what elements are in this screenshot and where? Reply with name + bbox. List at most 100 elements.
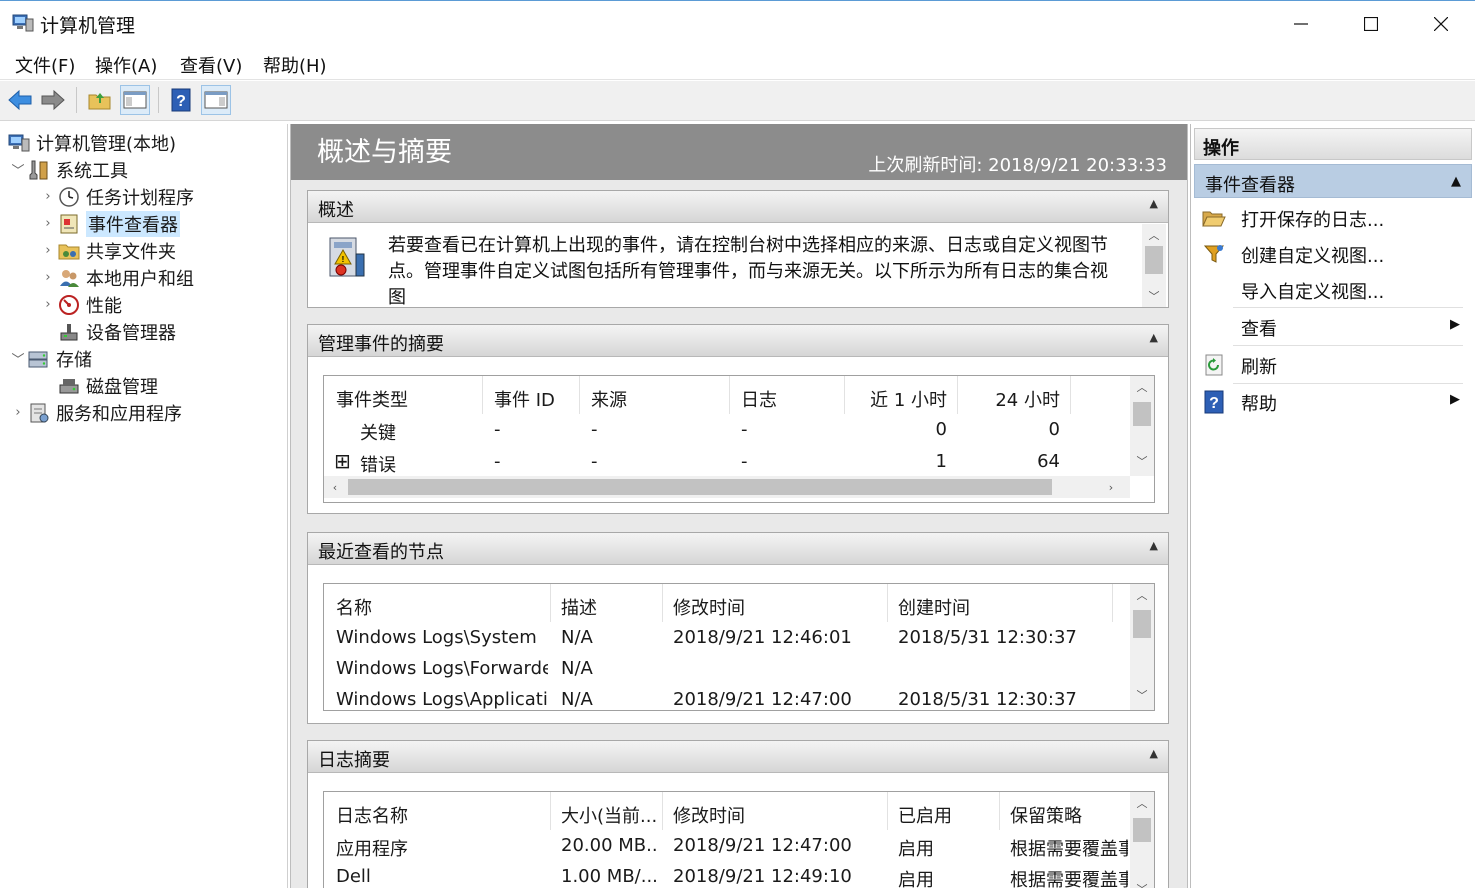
scroll-up-icon[interactable]: ︿ bbox=[1142, 224, 1166, 246]
tree-item-device-manager[interactable]: 设备管理器 bbox=[56, 318, 176, 345]
action-refresh[interactable]: 刷新 bbox=[1194, 347, 1472, 383]
overview-scrollbar[interactable]: ︿ ﹀ bbox=[1142, 224, 1166, 307]
menu-view[interactable]: 查看(V) bbox=[180, 52, 242, 78]
chevron-right-icon[interactable]: › bbox=[40, 216, 56, 231]
tree-item-services-apps[interactable]: › 服务和应用程序 bbox=[10, 399, 182, 426]
tree-item-disk-management[interactable]: 磁盘管理 bbox=[56, 372, 158, 399]
column-header[interactable]: 日志名称 bbox=[336, 802, 408, 828]
chevron-right-icon[interactable]: › bbox=[40, 189, 56, 204]
overview-content: ! 若要查看已在计算机上出现的事件，请在控制台树中选择相应的来源、日志或自定义视… bbox=[308, 224, 1168, 307]
column-header[interactable]: 事件类型 bbox=[336, 386, 408, 412]
column-header[interactable]: 来源 bbox=[591, 386, 627, 412]
scroll-down-icon[interactable]: ﹀ bbox=[1130, 450, 1154, 472]
table-row-policy: 根据需要覆盖事 bbox=[1010, 839, 1128, 860]
menu-help[interactable]: 帮助(H) bbox=[263, 52, 327, 78]
column-header[interactable]: 描述 bbox=[561, 594, 597, 620]
admin-summary-vscroll[interactable]: ︿ ﹀ bbox=[1130, 376, 1154, 476]
tree-item-system-tools[interactable]: ﹀ 系统工具 bbox=[10, 156, 128, 183]
table-row-name[interactable]: Windows Logs\Applicati bbox=[336, 689, 548, 710]
actions-group-event-viewer[interactable]: 事件查看器 ▲ bbox=[1194, 164, 1472, 198]
computer-management-icon bbox=[12, 13, 34, 33]
actions-title: 操作 bbox=[1194, 128, 1472, 160]
column-header[interactable]: 24 小时 bbox=[957, 386, 1060, 412]
table-row-type[interactable]: 错误 bbox=[360, 451, 396, 477]
forward-icon[interactable] bbox=[38, 85, 68, 115]
tree-item-local-users[interactable]: › 本地用户和组 bbox=[40, 264, 194, 291]
column-header[interactable]: 近 1 小时 bbox=[844, 386, 947, 412]
column-header[interactable]: 事件 ID bbox=[494, 386, 555, 412]
table-row-policy: 根据需要覆盖事 bbox=[1010, 870, 1128, 888]
scroll-left-icon[interactable]: ‹ bbox=[324, 476, 346, 498]
table-row-desc: N/A bbox=[561, 658, 593, 679]
tree-item-root[interactable]: 计算机管理(本地) bbox=[6, 129, 176, 156]
tree-item-task-scheduler[interactable]: › 任务计划程序 bbox=[40, 183, 194, 210]
expand-icon[interactable]: ⊞ bbox=[334, 450, 351, 472]
log-summary-header[interactable]: 日志摘要 ▲ bbox=[308, 741, 1168, 773]
column-header[interactable]: 大小(当前... bbox=[561, 802, 659, 828]
chevron-down-icon[interactable]: ﹀ bbox=[10, 349, 26, 368]
table-row-enabled: 启用 bbox=[898, 839, 934, 860]
scroll-up-icon[interactable]: ︿ bbox=[1130, 584, 1154, 606]
action-create-custom-view[interactable]: 创建自定义视图... bbox=[1194, 236, 1472, 272]
collapse-icon[interactable]: ▲ bbox=[1150, 539, 1158, 552]
tree-item-shared-folders[interactable]: › 共享文件夹 bbox=[40, 237, 176, 264]
table-row-type[interactable]: 关键 bbox=[360, 419, 396, 445]
action-help[interactable]: ? 帮助 ▶ bbox=[1194, 384, 1472, 420]
column-header[interactable]: 创建时间 bbox=[898, 594, 970, 620]
chevron-down-icon[interactable]: ﹀ bbox=[10, 160, 26, 179]
chevron-right-icon[interactable]: › bbox=[40, 297, 56, 312]
overview-text-line2: 点。管理事件自定义试图包括所有管理事件，而与来源无关。以下所示为所有日志的集合视 bbox=[388, 261, 1108, 282]
column-header[interactable]: 日志 bbox=[741, 386, 777, 412]
up-folder-icon[interactable] bbox=[85, 85, 115, 115]
table-row-name[interactable]: Windows Logs\Forwarde... bbox=[336, 658, 548, 679]
column-header[interactable]: 修改时间 bbox=[673, 594, 745, 620]
scroll-right-icon[interactable]: › bbox=[1100, 476, 1122, 498]
back-icon[interactable] bbox=[5, 85, 35, 115]
show-hide-action-pane-icon[interactable] bbox=[201, 85, 231, 115]
minimize-button[interactable] bbox=[1266, 1, 1336, 47]
show-hide-tree-icon[interactable] bbox=[120, 85, 150, 115]
scroll-up-icon[interactable]: ︿ bbox=[1130, 792, 1154, 814]
admin-summary-header[interactable]: 管理事件的摘要 ▲ bbox=[308, 325, 1168, 357]
scroll-down-icon[interactable]: ﹀ bbox=[1142, 285, 1166, 307]
chevron-right-icon[interactable]: › bbox=[10, 405, 26, 420]
close-button[interactable] bbox=[1406, 1, 1475, 47]
menu-action[interactable]: 操作(A) bbox=[95, 52, 157, 78]
maximize-button[interactable] bbox=[1336, 1, 1406, 47]
collapse-icon[interactable]: ▲ bbox=[1150, 197, 1158, 210]
device-manager-icon bbox=[56, 320, 82, 344]
menu-file[interactable]: 文件(F) bbox=[15, 52, 75, 78]
overview-section: 概述 ▲ ! 若要查看已在计算机上出现的事件，请在控制台树中选择相应的来源、日志… bbox=[307, 190, 1169, 308]
table-row-modified: 2018/9/21 12:49:10 bbox=[673, 866, 852, 887]
help-icon[interactable]: ? bbox=[166, 85, 196, 115]
collapse-icon[interactable]: ▲ bbox=[1451, 174, 1461, 189]
computer-icon bbox=[6, 131, 32, 155]
chevron-right-icon[interactable]: › bbox=[40, 243, 56, 258]
collapse-icon[interactable]: ▲ bbox=[1150, 747, 1158, 760]
table-row-name[interactable]: Windows Logs\System bbox=[336, 627, 548, 648]
scroll-down-icon[interactable]: ﹀ bbox=[1130, 684, 1154, 706]
action-open-saved-log[interactable]: 打开保存的日志... bbox=[1194, 200, 1472, 236]
admin-summary-hscroll[interactable]: ‹ › bbox=[324, 476, 1130, 498]
chevron-right-icon[interactable]: › bbox=[40, 270, 56, 285]
actions-pane: 操作 事件查看器 ▲ 打开保存的日志... 创建自定义视图... 导入自定义视图… bbox=[1190, 124, 1475, 888]
log-summary-vscroll[interactable]: ︿ ﹀ bbox=[1130, 792, 1154, 888]
collapse-icon[interactable]: ▲ bbox=[1150, 331, 1158, 344]
table-row-name[interactable]: 应用程序 bbox=[336, 835, 408, 861]
column-header[interactable]: 保留策略 bbox=[1010, 802, 1082, 828]
overview-header[interactable]: 概述 ▲ bbox=[308, 191, 1168, 223]
column-header[interactable]: 修改时间 bbox=[673, 802, 745, 828]
tree-item-event-viewer[interactable]: › 事件查看器 bbox=[40, 210, 180, 237]
action-import-custom-view[interactable]: 导入自定义视图... bbox=[1194, 272, 1472, 308]
action-view[interactable]: 查看 ▶ bbox=[1194, 309, 1472, 345]
recent-nodes-vscroll[interactable]: ︿ ﹀ bbox=[1130, 584, 1154, 710]
recent-nodes-header[interactable]: 最近查看的节点 ▲ bbox=[308, 533, 1168, 565]
admin-summary-table: 事件类型 事件 ID 来源 日志 近 1 小时 24 小时 关键 - - - 0… bbox=[323, 375, 1155, 503]
column-header[interactable]: 已启用 bbox=[898, 802, 952, 828]
scroll-down-icon[interactable]: ﹀ bbox=[1130, 878, 1154, 888]
table-row-name[interactable]: Dell bbox=[336, 866, 371, 887]
column-header[interactable]: 名称 bbox=[336, 594, 372, 620]
scroll-up-icon[interactable]: ︿ bbox=[1130, 376, 1154, 398]
tree-item-storage[interactable]: ﹀ 存储 bbox=[10, 345, 92, 372]
tree-item-performance[interactable]: › 性能 bbox=[40, 291, 122, 318]
